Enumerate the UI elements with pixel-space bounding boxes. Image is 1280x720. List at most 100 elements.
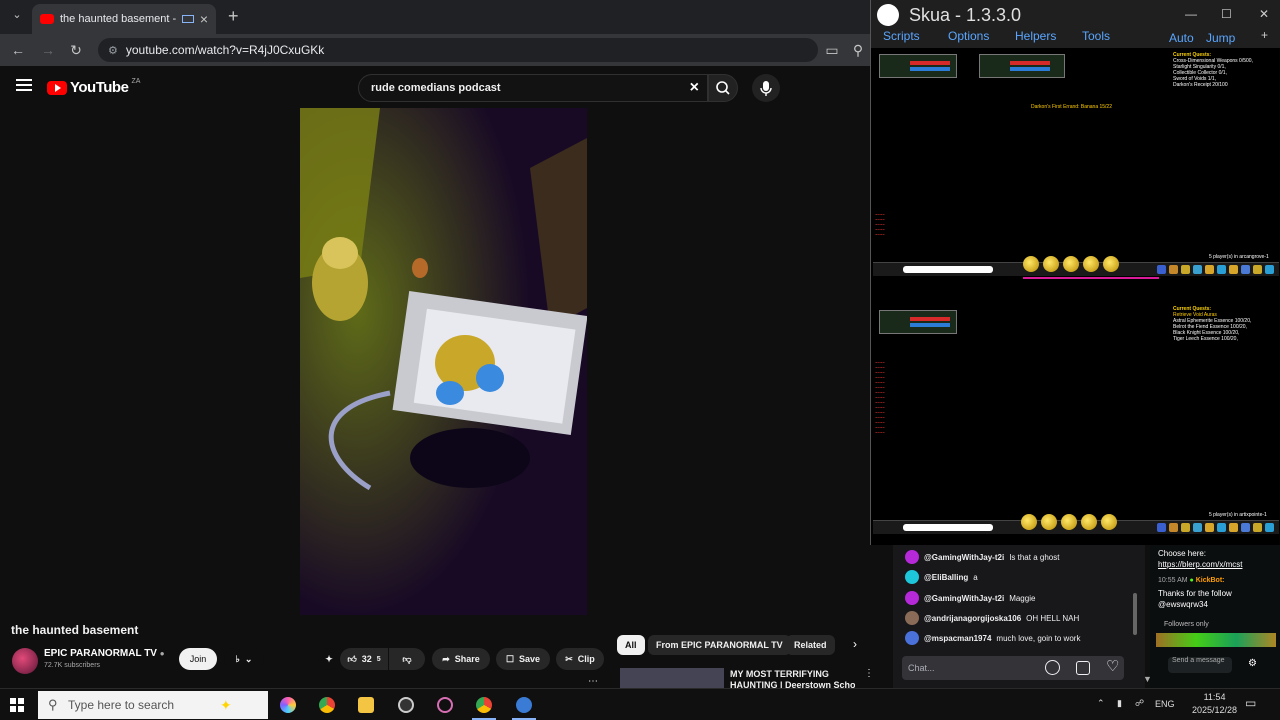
network-icon[interactable]: ☍ [1135,698,1144,709]
friends-icon[interactable] [1193,265,1202,274]
dislike-button[interactable]: 👎︎ [389,648,425,670]
like-button[interactable]: 👍︎ 32 5 [340,648,388,670]
video-player[interactable] [300,108,587,615]
menu-add[interactable]: + [1261,28,1268,42]
notifications-icon[interactable]: ▭ [1245,696,1256,710]
settings-icon[interactable] [1265,265,1274,274]
friends-icon[interactable] [1193,523,1202,532]
tab-active[interactable]: the haunted basement - Yo × [32,4,216,34]
skill-2-icon[interactable] [1041,514,1057,530]
game-client-bottom[interactable]: Current Quests: Retrieve Void Auras Astr… [873,300,1279,540]
windows-start-icon[interactable] [10,698,24,712]
quest-icon[interactable] [1181,265,1190,274]
search-button[interactable] [708,74,738,102]
kick-link[interactable]: https://blerp.com/x/mcst [1158,560,1242,569]
menu-helpers[interactable]: Helpers [1015,29,1056,43]
menu-jump[interactable]: Jump [1206,31,1235,45]
join-button[interactable]: Join [179,648,217,670]
menu-icon[interactable] [16,79,32,91]
kick-settings-icon[interactable]: ⚙ [1248,658,1257,669]
skill-3-icon[interactable] [1063,256,1079,272]
chip-all[interactable]: All [617,635,645,655]
file-explorer-icon[interactable] [358,697,374,713]
skill-5-icon[interactable] [1101,514,1117,530]
skill-5-icon[interactable] [1103,256,1119,272]
share-button[interactable]: ➦ Share [432,648,490,670]
house-icon[interactable] [1229,265,1238,274]
kick-username[interactable]: KickBot: [1196,577,1225,584]
clear-search-icon[interactable]: × [690,79,699,97]
snipping-tool-icon[interactable] [437,697,453,713]
emote-icon[interactable] [1253,265,1262,274]
install-app-icon[interactable]: ▭ [822,40,842,60]
chrome-active-icon[interactable] [476,697,492,713]
menu-icon[interactable] [1157,265,1166,274]
bank-icon[interactable] [1241,265,1250,274]
heart-icon[interactable]: ♡ [1106,657,1119,675]
menu-tools[interactable]: Tools [1082,29,1110,43]
chip-from-channel[interactable]: From EPIC PARANORMAL TV [648,635,791,655]
chip-related[interactable]: Related [786,635,835,655]
microphone-tray-icon[interactable]: ▮ [1117,698,1122,709]
new-tab-button[interactable]: + [228,6,239,27]
forward-icon[interactable]: → [38,40,58,60]
tab-search-button[interactable]: ⌄ [8,8,26,26]
menu-options[interactable]: Options [948,29,989,43]
tray-overflow-icon[interactable]: ⌃ [1097,698,1105,709]
address-bar[interactable]: ⚙ youtube.com/watch?v=R4jJ0CxuGKk [98,38,818,62]
skill-1-icon[interactable] [1023,256,1039,272]
game-client-top[interactable]: Current Quests: Cross-Dimensional Weapon… [873,48,1279,288]
skill-1-icon[interactable] [1021,514,1037,530]
chat-username[interactable]: @mspacman1974 [924,634,991,643]
inventory-icon[interactable] [1169,265,1178,274]
tab-close-icon[interactable]: × [200,11,208,27]
game-chat-input[interactable] [903,524,993,531]
voice-search-button[interactable] [752,74,780,102]
chat-username[interactable]: @EliBalling [924,573,968,582]
back-icon[interactable]: ← [8,40,28,60]
chat-username[interactable]: @GamingWithJay-t2i [924,553,1004,562]
close-icon[interactable]: ✕ [1259,7,1269,21]
related-video-item[interactable]: MY MOST TERRIFYING HAUNTING | Deerstown … [620,668,874,690]
menu-icon[interactable] [1157,523,1166,532]
bank-icon[interactable] [1241,523,1250,532]
channel-name[interactable]: EPIC PARANORMAL TV ● [44,648,165,659]
menu-scripts[interactable]: Scripts [883,29,920,43]
quest-icon[interactable] [1181,523,1190,532]
subscribed-bell-button[interactable]: ♭ ⌄ [224,648,264,670]
inventory-icon[interactable] [1169,523,1178,532]
settings-icon[interactable] [1265,523,1274,532]
skill-4-icon[interactable] [1081,514,1097,530]
chat-scrollbar[interactable] [1133,593,1137,635]
related-menu-icon[interactable]: ⋮ [864,668,874,679]
related-video-thumbnail[interactable] [620,668,724,688]
search-input[interactable]: rude comedians podcast × [358,74,708,102]
reload-icon[interactable]: ↻ [66,40,86,60]
chat-input[interactable]: Chat... [902,656,1124,680]
bits-icon[interactable] [1076,661,1090,675]
chat-username[interactable]: @andrijanagorgijoska106 [924,614,1021,623]
options-icon[interactable] [1217,265,1226,274]
save-button[interactable]: ☐ Save [496,648,550,670]
minimize-icon[interactable]: — [1185,7,1197,21]
obs-icon[interactable] [398,697,414,713]
map-icon[interactable] [1205,265,1214,274]
kick-emote-row[interactable] [1156,633,1276,647]
kick-input[interactable]: Send a message [1168,657,1232,673]
skill-2-icon[interactable] [1043,256,1059,272]
youtube-logo[interactable]: YouTube ZA [47,78,140,96]
options-icon[interactable] [1217,523,1226,532]
map-icon[interactable] [1205,523,1214,532]
menu-auto[interactable]: Auto [1169,31,1194,45]
chip-next-icon[interactable]: › [853,637,857,651]
search-highlight-icon[interactable]: ✦ [220,697,236,713]
taskbar-clock[interactable]: 11:54 2025/12/28 [1192,691,1237,717]
language-indicator[interactable]: ENG [1155,699,1175,709]
skill-4-icon[interactable] [1083,256,1099,272]
maximize-icon[interactable]: ☐ [1221,7,1232,21]
channel-avatar[interactable] [12,648,38,674]
clip-button[interactable]: ✂ Clip [556,648,604,670]
emote-icon[interactable] [1045,660,1060,675]
copilot-icon[interactable] [280,697,296,713]
chrome-icon[interactable] [319,697,335,713]
